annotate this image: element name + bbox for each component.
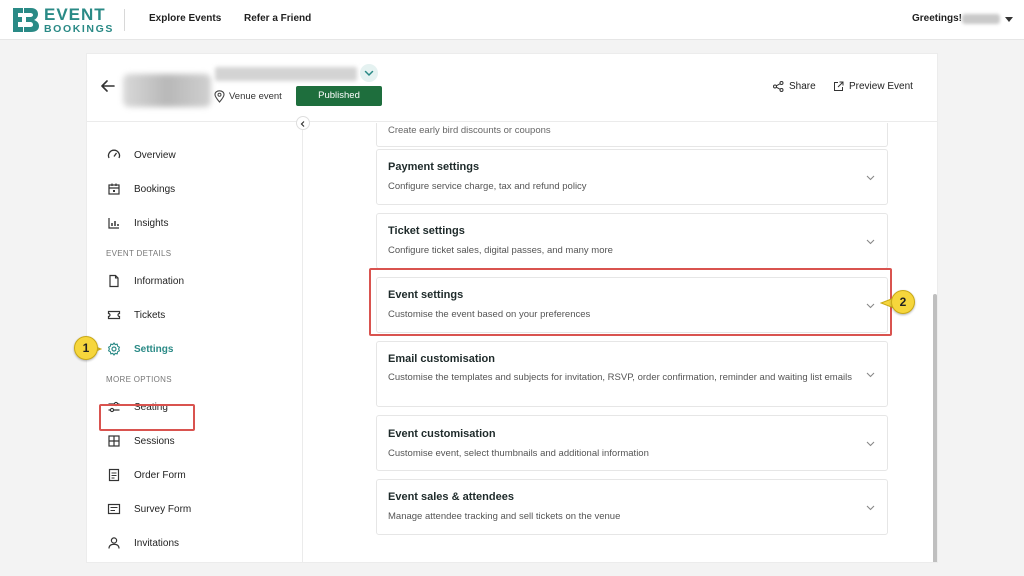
panel-payment-settings[interactable]: Payment settings Configure service charg… — [376, 149, 888, 205]
brand-logo[interactable]: EVENT BOOKINGS — [10, 5, 114, 35]
logo-text-event: EVENT — [44, 4, 106, 24]
logo-mark-icon — [13, 8, 39, 32]
content-scrollbar[interactable] — [933, 294, 937, 562]
event-thumbnail — [123, 74, 211, 107]
settings-content: Create early bird discounts or coupons P… — [87, 123, 937, 562]
callout-badge-1: 1 — [74, 336, 98, 360]
back-arrow-icon[interactable] — [101, 79, 115, 93]
preview-event-label: Preview Event — [849, 81, 913, 92]
chevron-left-icon — [300, 121, 305, 127]
panel-event-customisation[interactable]: Event customisation Customise event, sel… — [376, 415, 888, 471]
logo-text-bookings: BOOKINGS — [44, 22, 114, 35]
external-link-icon — [834, 81, 844, 91]
event-settings-highlight-box — [369, 268, 892, 336]
status-badge: Published — [296, 86, 382, 106]
user-name-blurred — [962, 14, 1000, 24]
top-navbar: EVENT BOOKINGS Explore Events Refer a Fr… — [0, 0, 1024, 40]
user-menu-caret-icon[interactable] — [1005, 17, 1013, 22]
chevron-down-icon — [866, 239, 875, 245]
share-label: Share — [789, 81, 816, 92]
chevron-down-icon — [866, 505, 875, 511]
chevron-down-icon — [866, 441, 875, 447]
panel-email-customisation[interactable]: Email customisation Customise the templa… — [376, 341, 888, 407]
share-icon — [773, 81, 784, 92]
nav-refer-friend[interactable]: Refer a Friend — [244, 13, 311, 24]
chevron-down-icon — [866, 372, 875, 378]
event-switch-dropdown[interactable] — [360, 64, 378, 82]
chevron-down-icon — [866, 175, 875, 181]
panel-discounts-cutoff[interactable]: Create early bird discounts or coupons — [376, 123, 888, 147]
panel-ticket-settings[interactable]: Ticket settings Configure ticket sales, … — [376, 213, 888, 269]
location-pin-icon — [214, 90, 225, 103]
event-title-blurred — [215, 67, 357, 81]
event-header: Venue event Published Share Preview Even… — [87, 54, 937, 122]
sidebar-collapse-button[interactable] — [296, 116, 310, 130]
share-button[interactable]: Share — [773, 81, 816, 92]
venue-type-label: Venue event — [229, 91, 282, 102]
panel-event-sales-attendees[interactable]: Event sales & attendees Manage attendee … — [376, 479, 888, 535]
chevron-down-icon — [364, 70, 374, 77]
nav-explore-events[interactable]: Explore Events — [149, 13, 221, 24]
preview-event-button[interactable]: Preview Event — [833, 81, 913, 92]
greeting-text: Greetings! — [911, 13, 962, 24]
callout-badge-2: 2 — [891, 290, 915, 314]
nav-divider — [124, 9, 125, 31]
